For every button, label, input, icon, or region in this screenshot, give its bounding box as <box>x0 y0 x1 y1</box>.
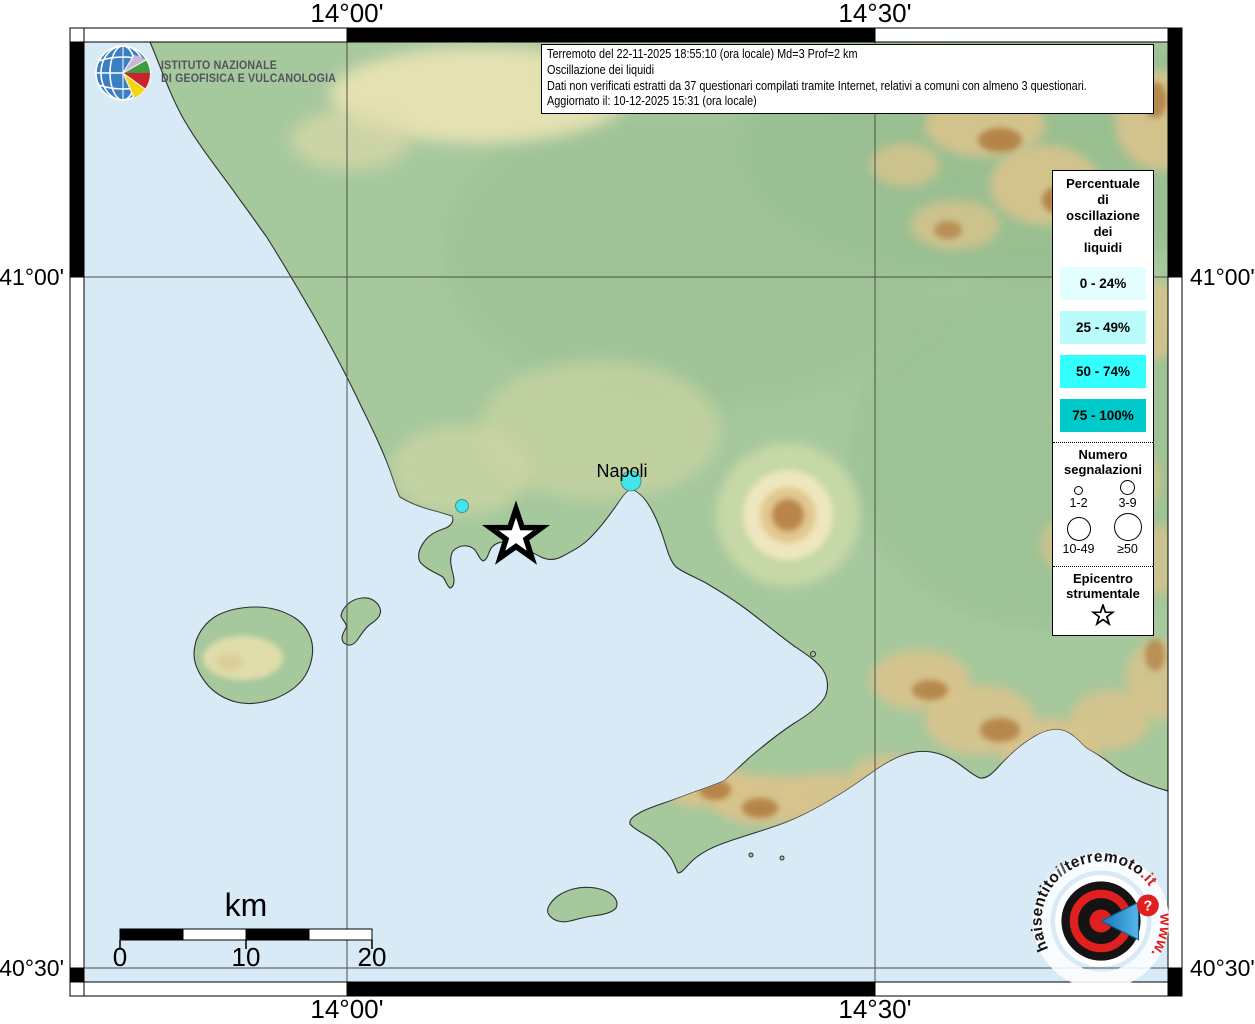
scalebar-title: km <box>225 887 268 923</box>
axis-label-right-41-00: 41°00' <box>1190 264 1255 290</box>
axis-label-right-40-30: 40°30' <box>1190 955 1255 981</box>
count-circle-10-49-icon <box>1067 517 1091 541</box>
haisentitoilterremoto-logo: ? haisentitoilterremoto.it www. <box>1026 846 1176 996</box>
axis-label-left-41-00: 41°00' <box>0 264 64 290</box>
epicenter-star-icon <box>1091 604 1115 627</box>
islet <box>780 856 784 860</box>
legend-swatch-50-74: 50 - 74% <box>1060 355 1146 388</box>
scalebar-tick-0: 0 <box>113 942 127 972</box>
question-mark: ? <box>1143 899 1152 915</box>
legend: Percentuale di oscillazione dei liquidi … <box>1052 170 1154 636</box>
legend-swatch-25-49: 25 - 49% <box>1060 311 1146 344</box>
count-label-10-49: 10-49 <box>1063 542 1095 556</box>
report-dot <box>456 500 469 513</box>
legend-swatch-75-100: 75 - 100% <box>1060 399 1146 432</box>
event-title-box: Terremoto del 22-11-2025 18:55:10 (ora l… <box>541 44 1154 114</box>
event-effect-line: Oscillazione dei liquidi <box>547 63 1070 79</box>
legend-epicenter-title: Epicentro strumentale <box>1066 571 1140 601</box>
count-circle-50plus-icon <box>1114 513 1142 541</box>
legend-swatch-0-24: 0 - 24% <box>1060 267 1146 300</box>
count-label-50plus: ≥50 <box>1117 542 1138 556</box>
axis-label-bottom-14-30: 14°30' <box>838 994 911 1024</box>
ingv-name-line1: ISTITUTO NAZIONALE <box>161 60 336 74</box>
legend-count-title: Numero segnalazioni <box>1064 447 1142 477</box>
count-label-1-2: 1-2 <box>1069 496 1087 510</box>
legend-count-row-1: 1-2 3-9 <box>1056 480 1150 510</box>
ingv-name-line2: DI GEOFISICA E VULCANOLOGIA <box>161 73 336 87</box>
axis-label-top-14-30: 14°30' <box>838 0 911 28</box>
scalebar-tick-10: 10 <box>232 942 261 972</box>
count-circle-1-2-icon <box>1074 486 1083 495</box>
legend-divider <box>1053 566 1153 567</box>
vesuvius-rings <box>716 443 860 587</box>
islet <box>811 652 816 657</box>
city-label-napoli: Napoli <box>596 461 647 481</box>
axis-label-bottom-14-00: 14°00' <box>310 994 383 1024</box>
legend-percent-title: Percentuale di oscillazione dei liquidi <box>1066 176 1140 256</box>
count-label-3-9: 3-9 <box>1118 496 1136 510</box>
ingv-globe-icon <box>94 44 152 102</box>
ingv-logo: ISTITUTO NAZIONALE DI GEOFISICA E VULCAN… <box>94 44 351 102</box>
map-page: km 0 10 20 Napoli <box>0 0 1255 1024</box>
legend-count-row-2: 10-49 ≥50 <box>1056 513 1150 556</box>
ingv-name: ISTITUTO NAZIONALE DI GEOFISICA E VULCAN… <box>161 60 336 87</box>
axis-label-top-14-00: 14°00' <box>310 0 383 28</box>
legend-divider <box>1053 442 1153 443</box>
event-updated-line: Aggiornato il: 10-12-2025 15:31 (ora loc… <box>547 94 1070 110</box>
event-disclaimer-line: Dati non verificati estratti da 37 quest… <box>547 79 1070 95</box>
event-summary-line: Terremoto del 22-11-2025 18:55:10 (ora l… <box>547 47 1070 63</box>
scalebar-tick-20: 20 <box>358 942 387 972</box>
axis-label-left-40-30: 40°30' <box>0 955 64 981</box>
count-circle-3-9-icon <box>1120 480 1135 495</box>
islet <box>749 853 753 857</box>
